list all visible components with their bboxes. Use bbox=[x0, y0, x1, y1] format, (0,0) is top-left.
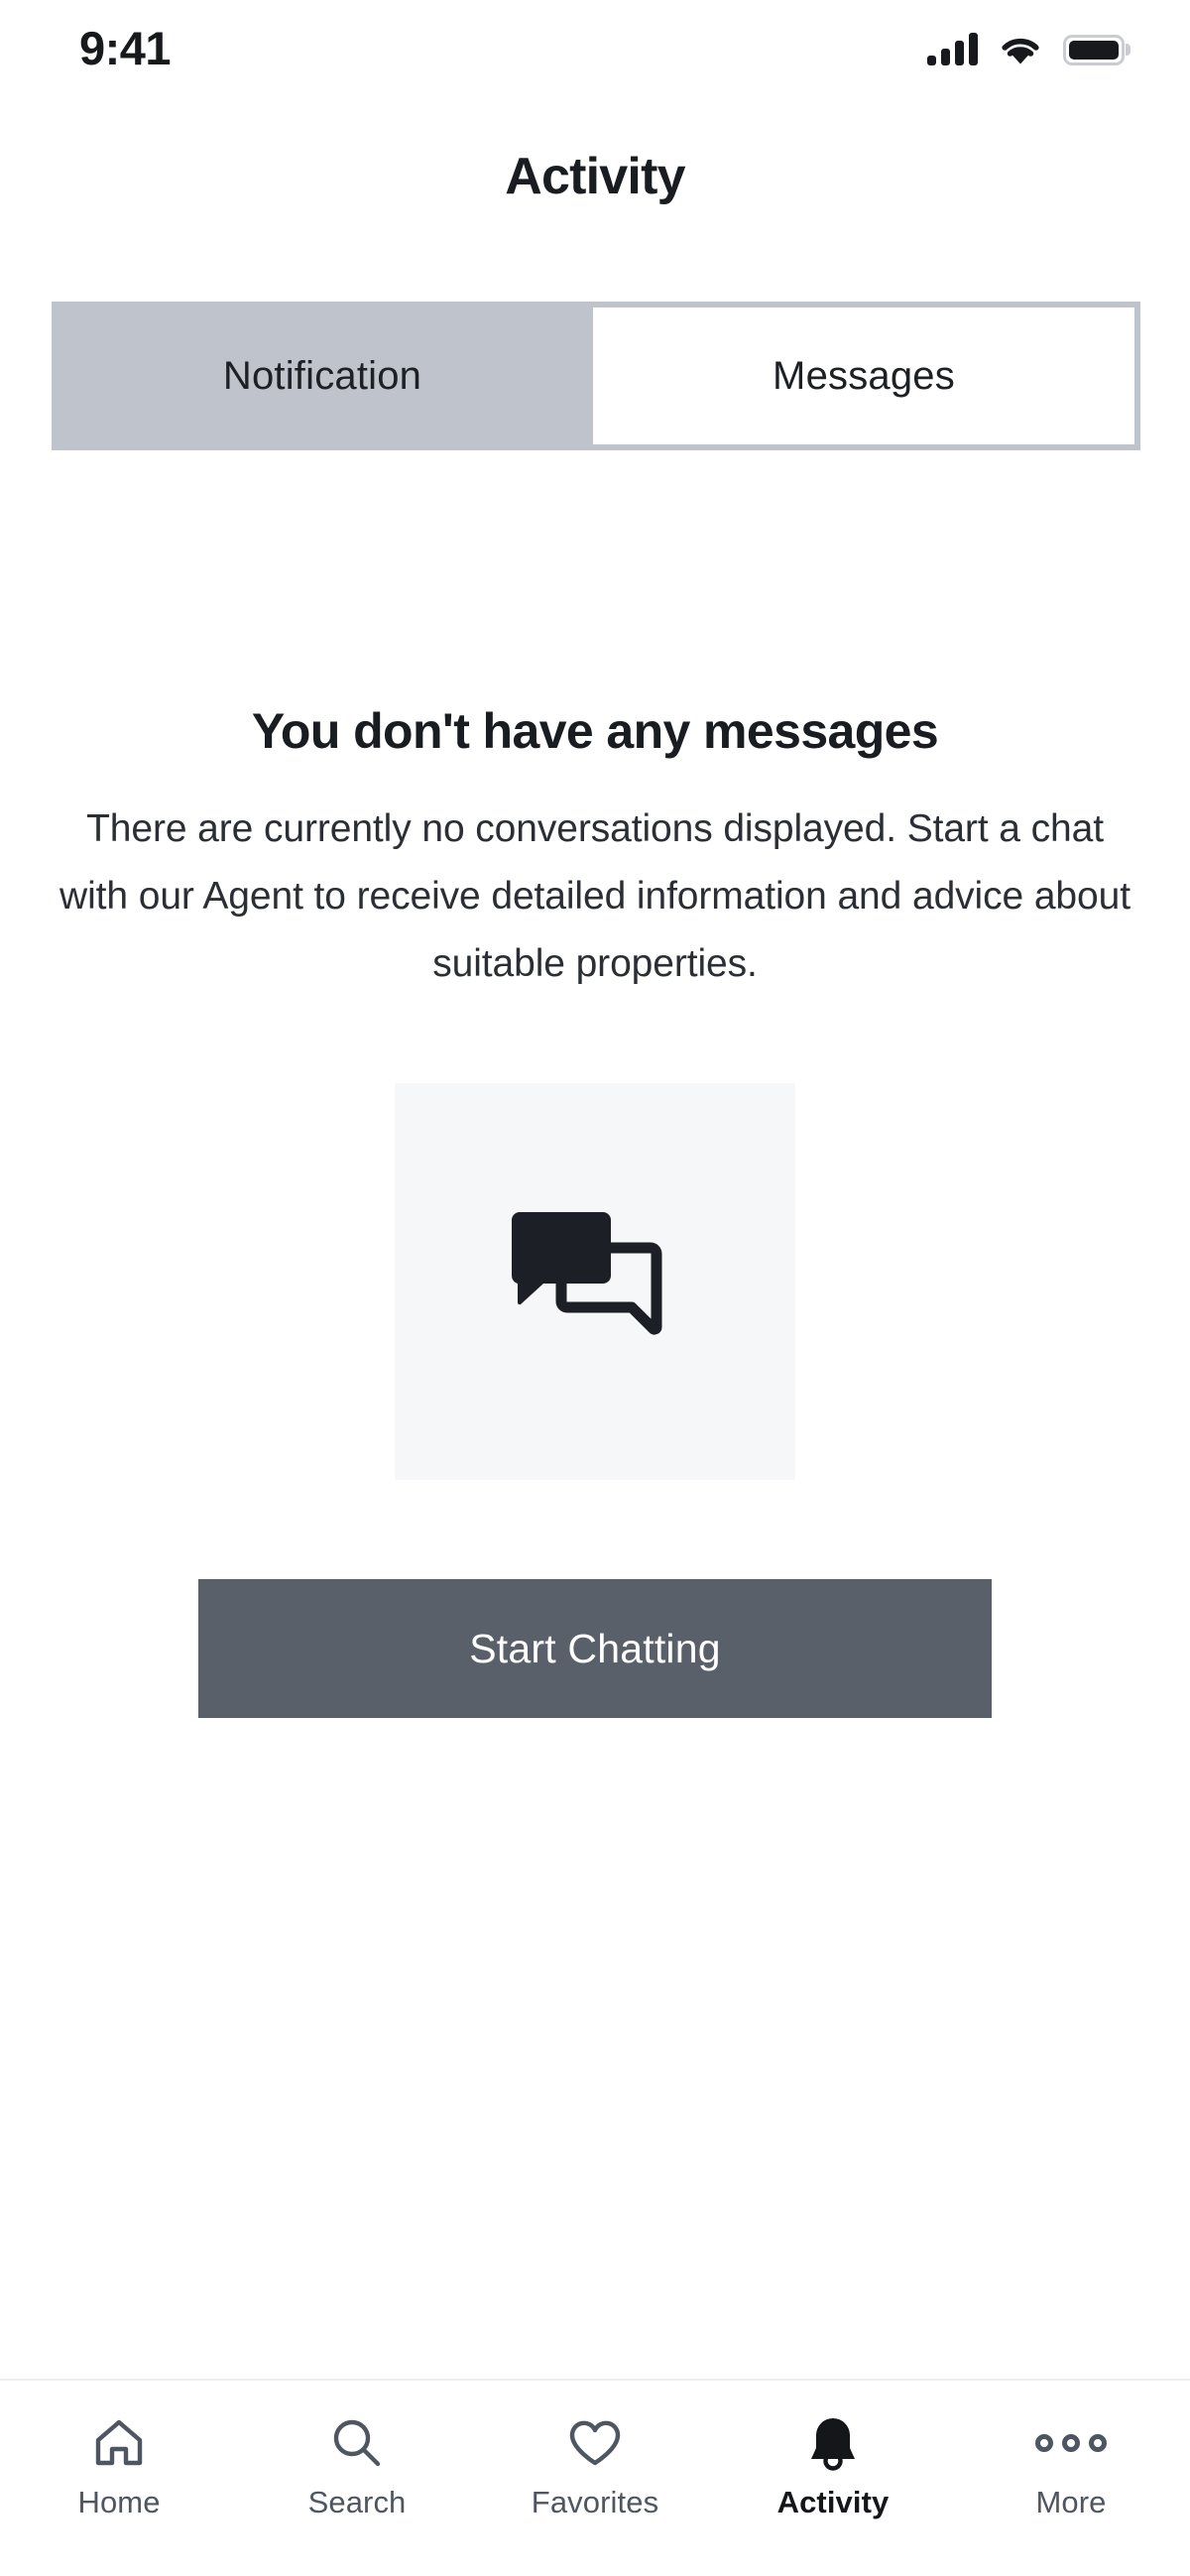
battery-full-icon bbox=[1063, 34, 1125, 65]
nav-label-activity: Activity bbox=[776, 2485, 890, 2519]
home-icon bbox=[93, 2414, 145, 2472]
heart-icon bbox=[568, 2414, 622, 2472]
start-chatting-button[interactable]: Start Chatting bbox=[198, 1579, 992, 1718]
app-screen: 9:41 Activity Notification Messages You bbox=[0, 0, 1190, 2576]
tab-notification[interactable]: Notification bbox=[52, 302, 593, 450]
empty-state-description: There are currently no conversations dis… bbox=[60, 807, 1130, 985]
status-bar-time: 9:41 bbox=[79, 21, 172, 74]
more-dots-icon bbox=[1035, 2414, 1107, 2472]
empty-state-illustration bbox=[395, 1083, 795, 1480]
start-chatting-label: Start Chatting bbox=[469, 1625, 721, 1671]
activity-tabs: Notification Messages bbox=[52, 302, 1140, 450]
nav-item-home[interactable]: Home bbox=[0, 2414, 238, 2520]
nav-label-search: Search bbox=[307, 2485, 407, 2519]
nav-item-more[interactable]: More bbox=[952, 2414, 1190, 2520]
search-icon bbox=[331, 2414, 383, 2472]
cellular-signal-icon bbox=[927, 33, 978, 65]
nav-item-search[interactable]: Search bbox=[238, 2414, 476, 2520]
bottom-navigation: Home Search Favorites Activity More bbox=[0, 2379, 1190, 2576]
nav-label-home: Home bbox=[77, 2485, 161, 2519]
nav-label-favorites: Favorites bbox=[531, 2485, 659, 2519]
nav-label-more: More bbox=[1035, 2485, 1107, 2519]
page-title: Activity bbox=[505, 148, 685, 205]
tab-messages[interactable]: Messages bbox=[593, 307, 1134, 444]
messages-empty-state: You don't have any messages There are cu… bbox=[0, 450, 1190, 2379]
wifi-icon bbox=[1002, 38, 1039, 63]
tab-notification-label: Notification bbox=[222, 353, 422, 398]
bell-icon bbox=[807, 2414, 859, 2472]
status-bar-icons bbox=[927, 33, 1125, 65]
status-bar: 9:41 bbox=[0, 0, 1190, 99]
nav-item-favorites[interactable]: Favorites bbox=[476, 2414, 714, 2520]
empty-state-title: You don't have any messages bbox=[251, 703, 939, 759]
chat-bubbles-icon bbox=[511, 1212, 662, 1335]
tab-messages-label: Messages bbox=[773, 353, 955, 398]
nav-item-activity[interactable]: Activity bbox=[714, 2414, 952, 2520]
